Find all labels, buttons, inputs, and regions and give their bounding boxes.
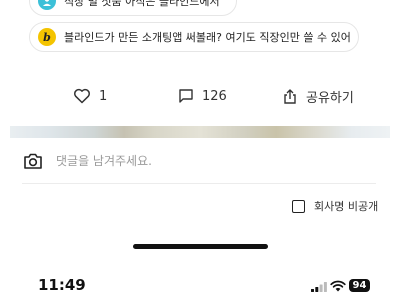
banner-text: 블라인드가 만든 소개팅앱 써볼래? 여기도 직장인만 쓸 수 있어: [64, 31, 351, 44]
comment-input[interactable]: [56, 154, 336, 168]
status-bar: 11:49 94: [0, 276, 400, 298]
banner-dating-app-promo[interactable]: b 블라인드가 만든 소개팅앱 써볼래? 여기도 직장인만 쓸 수 있어: [29, 22, 359, 52]
anonymous-company-toggle[interactable]: 회사명 비공개: [292, 197, 378, 215]
post-image[interactable]: [10, 126, 390, 138]
cellular-signal-icon: [311, 282, 327, 292]
share-label: 공유하기: [306, 90, 354, 106]
camera-icon[interactable]: [22, 150, 44, 172]
comment-count: 126: [202, 88, 227, 104]
wifi-icon: [330, 280, 346, 292]
anonymous-checkbox[interactable]: [292, 199, 305, 213]
comment-button[interactable]: 126: [178, 84, 227, 108]
heart-icon: [74, 88, 90, 104]
like-count: 1: [99, 88, 108, 104]
b-yellow-logo-icon: b: [38, 28, 56, 46]
comment-composer: [22, 146, 376, 176]
banner-blind-promo[interactable]: 직장 별 첫줌 아직은 블라인드에서: [29, 0, 237, 16]
post-actions-bar: 1 126 공유하기: [0, 84, 400, 108]
banner-text: 직장 별 첫줌 아직은 블라인드에서: [64, 0, 220, 8]
home-indicator[interactable]: [133, 244, 268, 249]
share-button[interactable]: 공유하기: [282, 84, 354, 108]
like-button[interactable]: 1: [73, 84, 107, 108]
status-time: 11:49: [38, 276, 86, 294]
blind-blue-logo-icon: [38, 0, 56, 10]
share-icon: [284, 88, 296, 104]
comment-icon: [179, 89, 193, 103]
battery-indicator: 94: [349, 279, 370, 292]
divider: [22, 183, 376, 184]
anonymous-label: 회사명 비공개: [314, 200, 379, 213]
